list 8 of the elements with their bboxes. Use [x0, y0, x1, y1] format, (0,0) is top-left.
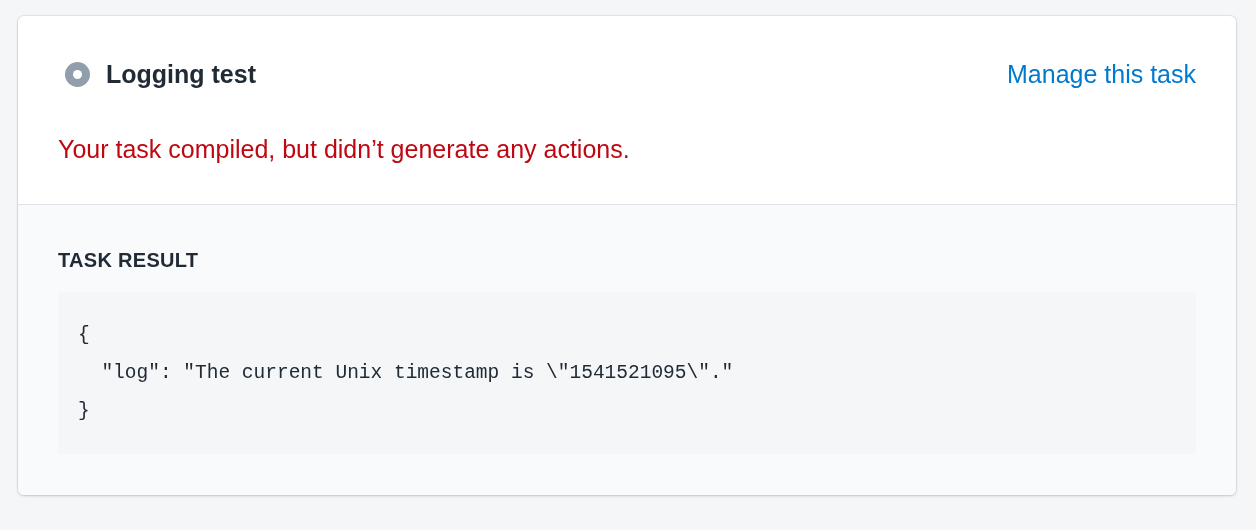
- code-line: "log": "The current Unix timestamp is \"1541521095\".": [100, 361, 735, 386]
- error-message: Your task compiled, but didn’t generate any actions.: [58, 135, 631, 164]
- manage-task-link[interactable]: Manage this task: [1007, 60, 1196, 89]
- status-icon: [65, 62, 90, 87]
- code-line: }: [78, 399, 91, 424]
- code-line: {: [78, 323, 91, 348]
- section-heading: TASK RESULT: [58, 249, 200, 272]
- task-title: Logging test: [106, 60, 256, 89]
